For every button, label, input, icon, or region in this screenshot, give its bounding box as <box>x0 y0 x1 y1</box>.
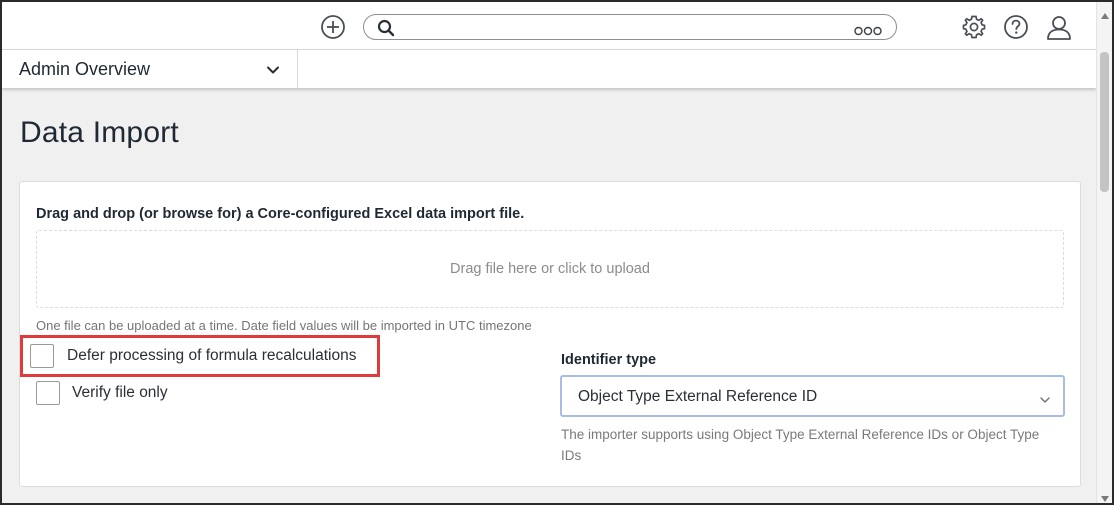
file-dropzone[interactable]: Drag file here or click to upload <box>36 230 1064 308</box>
ellipsis-icon[interactable] <box>854 23 882 41</box>
top-bar <box>2 2 1096 50</box>
scroll-thumb[interactable] <box>1100 52 1109 192</box>
dashboard-label: Admin Overview <box>19 59 151 79</box>
global-search[interactable] <box>363 14 897 40</box>
data-import-card: Drag and drop (or browse for) a Core-con… <box>19 181 1081 487</box>
upload-hint: One file can be uploaded at a time. Date… <box>36 318 532 333</box>
identifier-type-label: Identifier type <box>561 352 657 368</box>
chevron-down-icon <box>1039 391 1051 409</box>
user-icon <box>1047 16 1071 40</box>
gear-icon <box>962 15 986 39</box>
import-instruction: Drag and drop (or browse for) a Core-con… <box>36 206 525 222</box>
add-button[interactable] <box>320 14 346 40</box>
vertical-scrollbar[interactable] <box>1096 2 1112 503</box>
identifier-type-help: The importer supports using Object Type … <box>561 427 1040 463</box>
defer-recalculation-option[interactable]: Defer processing of formula recalculatio… <box>30 344 356 368</box>
scroll-down-arrow-icon[interactable] <box>1101 489 1109 503</box>
settings-button[interactable] <box>961 14 987 40</box>
chevron-down-icon <box>266 62 280 80</box>
page-title: Data Import <box>20 116 179 149</box>
help-button[interactable] <box>1003 14 1029 40</box>
defer-recalculation-label: Defer processing of formula recalculatio… <box>67 347 357 364</box>
defer-recalculation-checkbox[interactable] <box>30 344 54 368</box>
dashboard-selector[interactable]: Admin Overview <box>2 50 298 88</box>
scroll-up-arrow-icon[interactable] <box>1101 6 1109 24</box>
identifier-type-value: Object Type External Reference ID <box>578 388 818 405</box>
user-menu-button[interactable] <box>1045 13 1073 41</box>
search-icon <box>377 19 395 42</box>
search-input[interactable] <box>402 17 842 37</box>
identifier-type-select[interactable]: Object Type External Reference ID <box>560 375 1065 417</box>
verify-file-label: Verify file only <box>72 384 168 401</box>
verify-file-option[interactable]: Verify file only <box>36 381 168 405</box>
app-window: Admin Overview Data Import Drag and drop… <box>0 0 1114 505</box>
plus-circle-icon <box>321 15 345 39</box>
dropzone-text: Drag file here or click to upload <box>450 261 650 277</box>
dashboard-bar: Admin Overview <box>2 50 1096 88</box>
question-circle-icon <box>1004 15 1028 39</box>
verify-file-checkbox[interactable] <box>36 381 60 405</box>
